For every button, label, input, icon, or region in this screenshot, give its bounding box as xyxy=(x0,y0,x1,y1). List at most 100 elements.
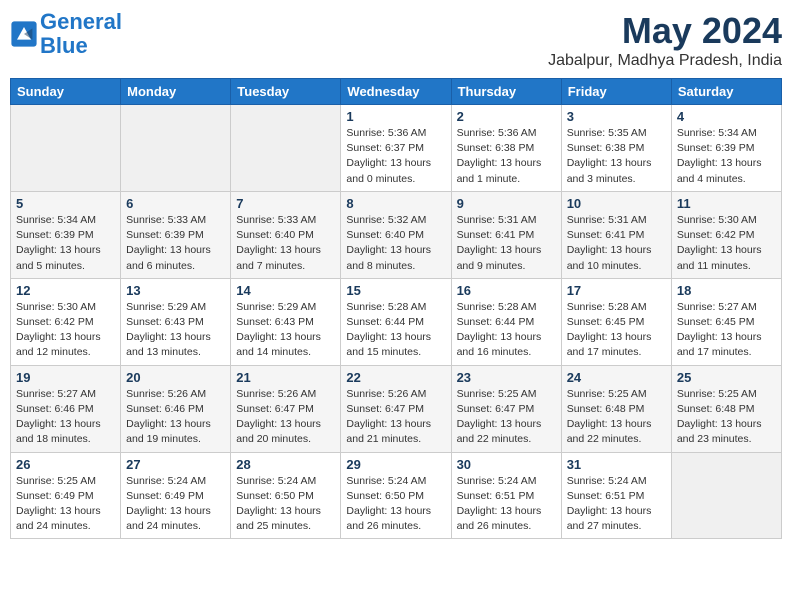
day-info: Sunrise: 5:34 AM Sunset: 6:39 PM Dayligh… xyxy=(16,213,115,274)
calendar-cell: 29 Sunrise: 5:24 AM Sunset: 6:50 PM Dayli… xyxy=(341,452,451,539)
day-number: 10 xyxy=(567,196,666,211)
day-number: 19 xyxy=(16,370,115,385)
calendar-cell: 5 Sunrise: 5:34 AM Sunset: 6:39 PM Daylig… xyxy=(11,191,121,278)
day-number: 28 xyxy=(236,457,335,472)
day-info: Sunrise: 5:28 AM Sunset: 6:44 PM Dayligh… xyxy=(346,300,445,361)
calendar-cell: 6 Sunrise: 5:33 AM Sunset: 6:39 PM Daylig… xyxy=(121,191,231,278)
day-info: Sunrise: 5:29 AM Sunset: 6:43 PM Dayligh… xyxy=(126,300,225,361)
day-number: 22 xyxy=(346,370,445,385)
calendar-cell: 25Sunrise: 5:25 AM Sunset: 6:48 PM Dayli… xyxy=(671,365,781,452)
calendar-cell: 1 Sunrise: 5:36 AM Sunset: 6:37 PM Daylig… xyxy=(341,105,451,192)
calendar-cell: 26 Sunrise: 5:25 AM Sunset: 6:49 PM Dayli… xyxy=(11,452,121,539)
calendar-cell: 7 Sunrise: 5:33 AM Sunset: 6:40 PM Daylig… xyxy=(231,191,341,278)
calendar-week-row: 5 Sunrise: 5:34 AM Sunset: 6:39 PM Daylig… xyxy=(11,191,782,278)
day-info: Sunrise: 5:27 AM Sunset: 6:45 PM Dayligh… xyxy=(677,300,776,361)
day-number: 21 xyxy=(236,370,335,385)
day-info: Sunrise: 5:31 AM Sunset: 6:41 PM Dayligh… xyxy=(567,213,666,274)
calendar-cell: 19 Sunrise: 5:27 AM Sunset: 6:46 PM Dayli… xyxy=(11,365,121,452)
calendar-week-row: 12 Sunrise: 5:30 AM Sunset: 6:42 PM Dayli… xyxy=(11,278,782,365)
weekday-header-friday: Friday xyxy=(561,79,671,105)
day-number: 29 xyxy=(346,457,445,472)
calendar-cell: 9 Sunrise: 5:31 AM Sunset: 6:41 PM Daylig… xyxy=(451,191,561,278)
calendar-week-row: 26 Sunrise: 5:25 AM Sunset: 6:49 PM Dayli… xyxy=(11,452,782,539)
day-info: Sunrise: 5:34 AM Sunset: 6:39 PM Dayligh… xyxy=(677,126,776,187)
day-info: Sunrise: 5:33 AM Sunset: 6:39 PM Dayligh… xyxy=(126,213,225,274)
calendar-cell: 28 Sunrise: 5:24 AM Sunset: 6:50 PM Dayli… xyxy=(231,452,341,539)
calendar-cell: 16Sunrise: 5:28 AM Sunset: 6:44 PM Dayli… xyxy=(451,278,561,365)
day-number: 27 xyxy=(126,457,225,472)
day-number: 14 xyxy=(236,283,335,298)
day-number: 18 xyxy=(677,283,776,298)
day-info: Sunrise: 5:36 AM Sunset: 6:37 PM Dayligh… xyxy=(346,126,445,187)
calendar-week-row: 19 Sunrise: 5:27 AM Sunset: 6:46 PM Dayli… xyxy=(11,365,782,452)
day-info: Sunrise: 5:26 AM Sunset: 6:46 PM Dayligh… xyxy=(126,387,225,448)
page-header: General Blue May 2024 Jabalpur, Madhya P… xyxy=(10,10,782,70)
calendar-cell: 8 Sunrise: 5:32 AM Sunset: 6:40 PM Daylig… xyxy=(341,191,451,278)
day-number: 15 xyxy=(346,283,445,298)
day-info: Sunrise: 5:30 AM Sunset: 6:42 PM Dayligh… xyxy=(16,300,115,361)
day-number: 6 xyxy=(126,196,225,211)
day-number: 8 xyxy=(346,196,445,211)
day-number: 30 xyxy=(457,457,556,472)
day-info: Sunrise: 5:31 AM Sunset: 6:41 PM Dayligh… xyxy=(457,213,556,274)
day-number: 16 xyxy=(457,283,556,298)
calendar-cell xyxy=(11,105,121,192)
day-info: Sunrise: 5:33 AM Sunset: 6:40 PM Dayligh… xyxy=(236,213,335,274)
weekday-header-monday: Monday xyxy=(121,79,231,105)
day-number: 3 xyxy=(567,109,666,124)
weekday-header-tuesday: Tuesday xyxy=(231,79,341,105)
day-number: 17 xyxy=(567,283,666,298)
calendar-cell xyxy=(121,105,231,192)
calendar-table: SundayMondayTuesdayWednesdayThursdayFrid… xyxy=(10,78,782,539)
day-info: Sunrise: 5:27 AM Sunset: 6:46 PM Dayligh… xyxy=(16,387,115,448)
day-info: Sunrise: 5:25 AM Sunset: 6:48 PM Dayligh… xyxy=(677,387,776,448)
day-number: 31 xyxy=(567,457,666,472)
day-number: 11 xyxy=(677,196,776,211)
calendar-cell: 20 Sunrise: 5:26 AM Sunset: 6:46 PM Dayli… xyxy=(121,365,231,452)
weekday-header-thursday: Thursday xyxy=(451,79,561,105)
day-number: 12 xyxy=(16,283,115,298)
day-info: Sunrise: 5:24 AM Sunset: 6:49 PM Dayligh… xyxy=(126,474,225,535)
day-info: Sunrise: 5:35 AM Sunset: 6:38 PM Dayligh… xyxy=(567,126,666,187)
logo: General Blue xyxy=(10,10,122,58)
day-number: 13 xyxy=(126,283,225,298)
calendar-cell xyxy=(231,105,341,192)
calendar-cell: 27 Sunrise: 5:24 AM Sunset: 6:49 PM Dayli… xyxy=(121,452,231,539)
day-info: Sunrise: 5:30 AM Sunset: 6:42 PM Dayligh… xyxy=(677,213,776,274)
day-info: Sunrise: 5:28 AM Sunset: 6:45 PM Dayligh… xyxy=(567,300,666,361)
calendar-cell: 11 Sunrise: 5:30 AM Sunset: 6:42 PM Dayli… xyxy=(671,191,781,278)
day-info: Sunrise: 5:26 AM Sunset: 6:47 PM Dayligh… xyxy=(346,387,445,448)
day-info: Sunrise: 5:24 AM Sunset: 6:51 PM Dayligh… xyxy=(567,474,666,535)
calendar-cell: 31 Sunrise: 5:24 AM Sunset: 6:51 PM Dayli… xyxy=(561,452,671,539)
calendar-cell: 18 Sunrise: 5:27 AM Sunset: 6:45 PM Dayli… xyxy=(671,278,781,365)
day-info: Sunrise: 5:24 AM Sunset: 6:50 PM Dayligh… xyxy=(346,474,445,535)
weekday-header-sunday: Sunday xyxy=(11,79,121,105)
weekday-header-wednesday: Wednesday xyxy=(341,79,451,105)
calendar-cell: 30Sunrise: 5:24 AM Sunset: 6:51 PM Dayli… xyxy=(451,452,561,539)
day-number: 1 xyxy=(346,109,445,124)
day-number: 9 xyxy=(457,196,556,211)
calendar-cell: 12 Sunrise: 5:30 AM Sunset: 6:42 PM Dayli… xyxy=(11,278,121,365)
weekday-header-row: SundayMondayTuesdayWednesdayThursdayFrid… xyxy=(11,79,782,105)
calendar-cell: 13 Sunrise: 5:29 AM Sunset: 6:43 PM Dayli… xyxy=(121,278,231,365)
calendar-cell: 2Sunrise: 5:36 AM Sunset: 6:38 PM Daylig… xyxy=(451,105,561,192)
weekday-header-saturday: Saturday xyxy=(671,79,781,105)
calendar-cell: 23Sunrise: 5:25 AM Sunset: 6:47 PM Dayli… xyxy=(451,365,561,452)
day-info: Sunrise: 5:32 AM Sunset: 6:40 PM Dayligh… xyxy=(346,213,445,274)
subtitle: Jabalpur, Madhya Pradesh, India xyxy=(548,52,782,70)
day-number: 5 xyxy=(16,196,115,211)
day-info: Sunrise: 5:25 AM Sunset: 6:49 PM Dayligh… xyxy=(16,474,115,535)
day-number: 26 xyxy=(16,457,115,472)
day-number: 24 xyxy=(567,370,666,385)
day-info: Sunrise: 5:26 AM Sunset: 6:47 PM Dayligh… xyxy=(236,387,335,448)
day-info: Sunrise: 5:24 AM Sunset: 6:50 PM Dayligh… xyxy=(236,474,335,535)
day-number: 4 xyxy=(677,109,776,124)
day-info: Sunrise: 5:25 AM Sunset: 6:48 PM Dayligh… xyxy=(567,387,666,448)
title-block: May 2024 Jabalpur, Madhya Pradesh, India xyxy=(548,10,782,70)
calendar-cell: 10 Sunrise: 5:31 AM Sunset: 6:41 PM Dayli… xyxy=(561,191,671,278)
day-number: 7 xyxy=(236,196,335,211)
logo-icon xyxy=(10,20,38,48)
day-number: 20 xyxy=(126,370,225,385)
calendar-cell: 15 Sunrise: 5:28 AM Sunset: 6:44 PM Dayli… xyxy=(341,278,451,365)
calendar-cell: 4 Sunrise: 5:34 AM Sunset: 6:39 PM Daylig… xyxy=(671,105,781,192)
